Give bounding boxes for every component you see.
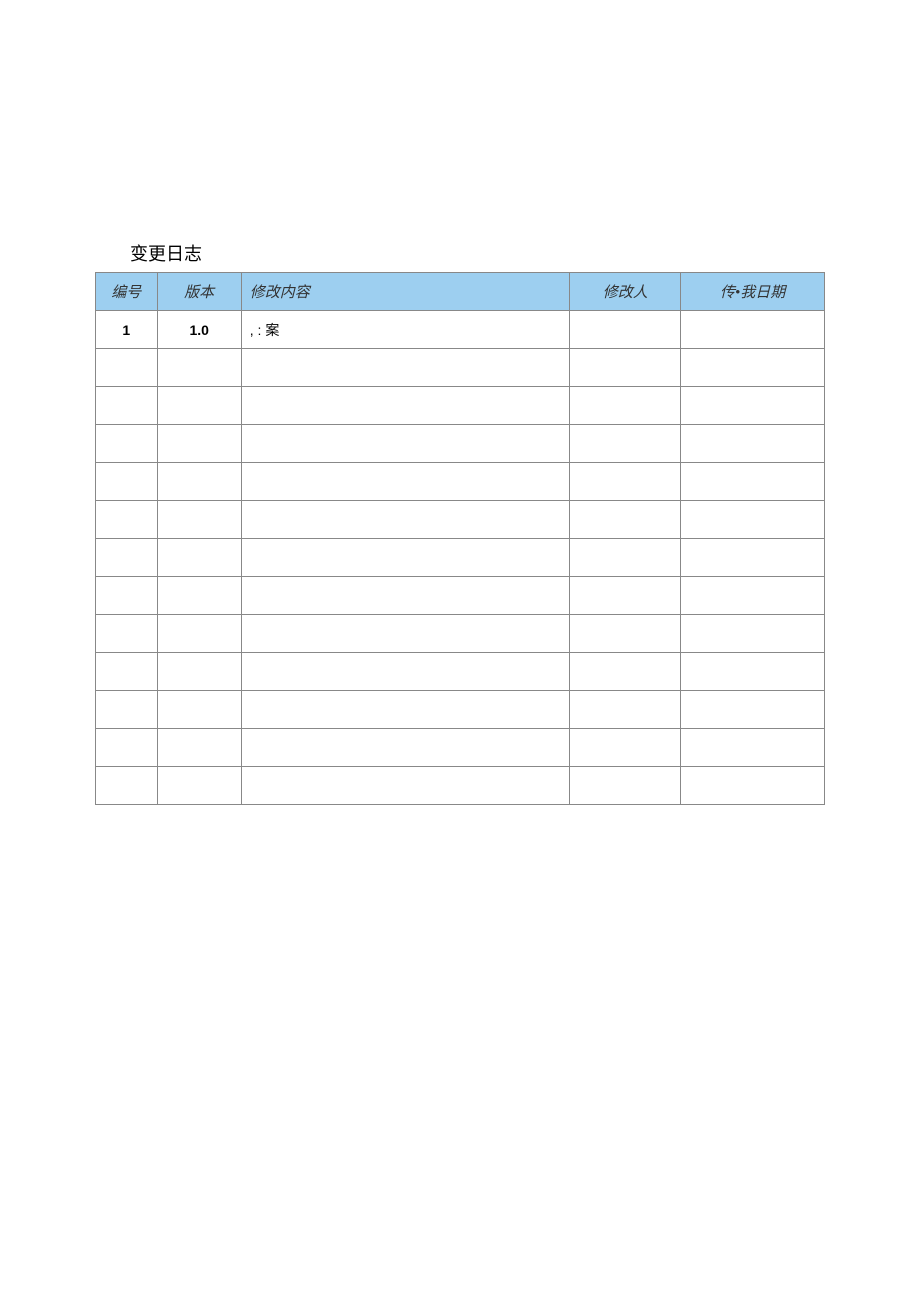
table-row	[96, 729, 825, 767]
cell-date	[681, 653, 825, 691]
table-row	[96, 349, 825, 387]
cell-date	[681, 539, 825, 577]
table-row	[96, 425, 825, 463]
table-row	[96, 615, 825, 653]
cell-num	[96, 463, 158, 501]
cell-person	[570, 387, 681, 425]
cell-num	[96, 729, 158, 767]
cell-content	[241, 349, 570, 387]
cell-person	[570, 425, 681, 463]
header-num: 编号	[96, 273, 158, 311]
cell-date	[681, 387, 825, 425]
cell-version	[157, 691, 241, 729]
cell-content	[241, 425, 570, 463]
cell-date	[681, 463, 825, 501]
cell-version	[157, 501, 241, 539]
cell-version	[157, 463, 241, 501]
cell-version	[157, 615, 241, 653]
cell-num	[96, 425, 158, 463]
cell-person	[570, 691, 681, 729]
cell-person	[570, 653, 681, 691]
cell-content	[241, 577, 570, 615]
cell-content	[241, 501, 570, 539]
header-date: 传•我日期	[681, 273, 825, 311]
cell-date	[681, 349, 825, 387]
cell-version	[157, 387, 241, 425]
cell-date	[681, 729, 825, 767]
cell-content	[241, 539, 570, 577]
header-person: 修改人	[570, 273, 681, 311]
cell-version	[157, 577, 241, 615]
table-row	[96, 653, 825, 691]
table-row	[96, 463, 825, 501]
cell-person	[570, 577, 681, 615]
cell-person	[570, 463, 681, 501]
cell-version	[157, 539, 241, 577]
table-row	[96, 387, 825, 425]
table-row	[96, 691, 825, 729]
cell-num	[96, 539, 158, 577]
cell-version	[157, 653, 241, 691]
cell-person	[570, 767, 681, 805]
cell-date	[681, 767, 825, 805]
cell-num	[96, 577, 158, 615]
cell-num	[96, 349, 158, 387]
header-content: 修改内容	[241, 273, 570, 311]
cell-person	[570, 539, 681, 577]
cell-num	[96, 767, 158, 805]
table-body: 1 1.0 , : 案	[96, 311, 825, 805]
table-row	[96, 501, 825, 539]
table-header-row: 编号 版本 修改内容 修改人 传•我日期	[96, 273, 825, 311]
cell-content	[241, 691, 570, 729]
cell-date	[681, 311, 825, 349]
cell-date	[681, 501, 825, 539]
cell-date	[681, 577, 825, 615]
cell-person	[570, 311, 681, 349]
cell-content	[241, 615, 570, 653]
cell-version	[157, 729, 241, 767]
cell-num	[96, 501, 158, 539]
table-row	[96, 767, 825, 805]
cell-version: 1.0	[157, 311, 241, 349]
cell-date	[681, 691, 825, 729]
cell-num	[96, 387, 158, 425]
cell-content	[241, 767, 570, 805]
cell-content	[241, 729, 570, 767]
table-row	[96, 577, 825, 615]
cell-version	[157, 425, 241, 463]
cell-date	[681, 425, 825, 463]
cell-content	[241, 387, 570, 425]
changelog-table: 编号 版本 修改内容 修改人 传•我日期 1 1.0 , : 案	[95, 272, 825, 805]
cell-person	[570, 729, 681, 767]
cell-num	[96, 691, 158, 729]
table-row	[96, 539, 825, 577]
cell-num: 1	[96, 311, 158, 349]
cell-content	[241, 653, 570, 691]
header-version: 版本	[157, 273, 241, 311]
cell-person	[570, 615, 681, 653]
cell-num	[96, 653, 158, 691]
cell-content: , : 案	[241, 311, 570, 349]
cell-date	[681, 615, 825, 653]
cell-version	[157, 767, 241, 805]
cell-content	[241, 463, 570, 501]
cell-person	[570, 501, 681, 539]
document-title: 变更日志	[130, 240, 830, 266]
cell-num	[96, 615, 158, 653]
table-row: 1 1.0 , : 案	[96, 311, 825, 349]
cell-person	[570, 349, 681, 387]
cell-version	[157, 349, 241, 387]
